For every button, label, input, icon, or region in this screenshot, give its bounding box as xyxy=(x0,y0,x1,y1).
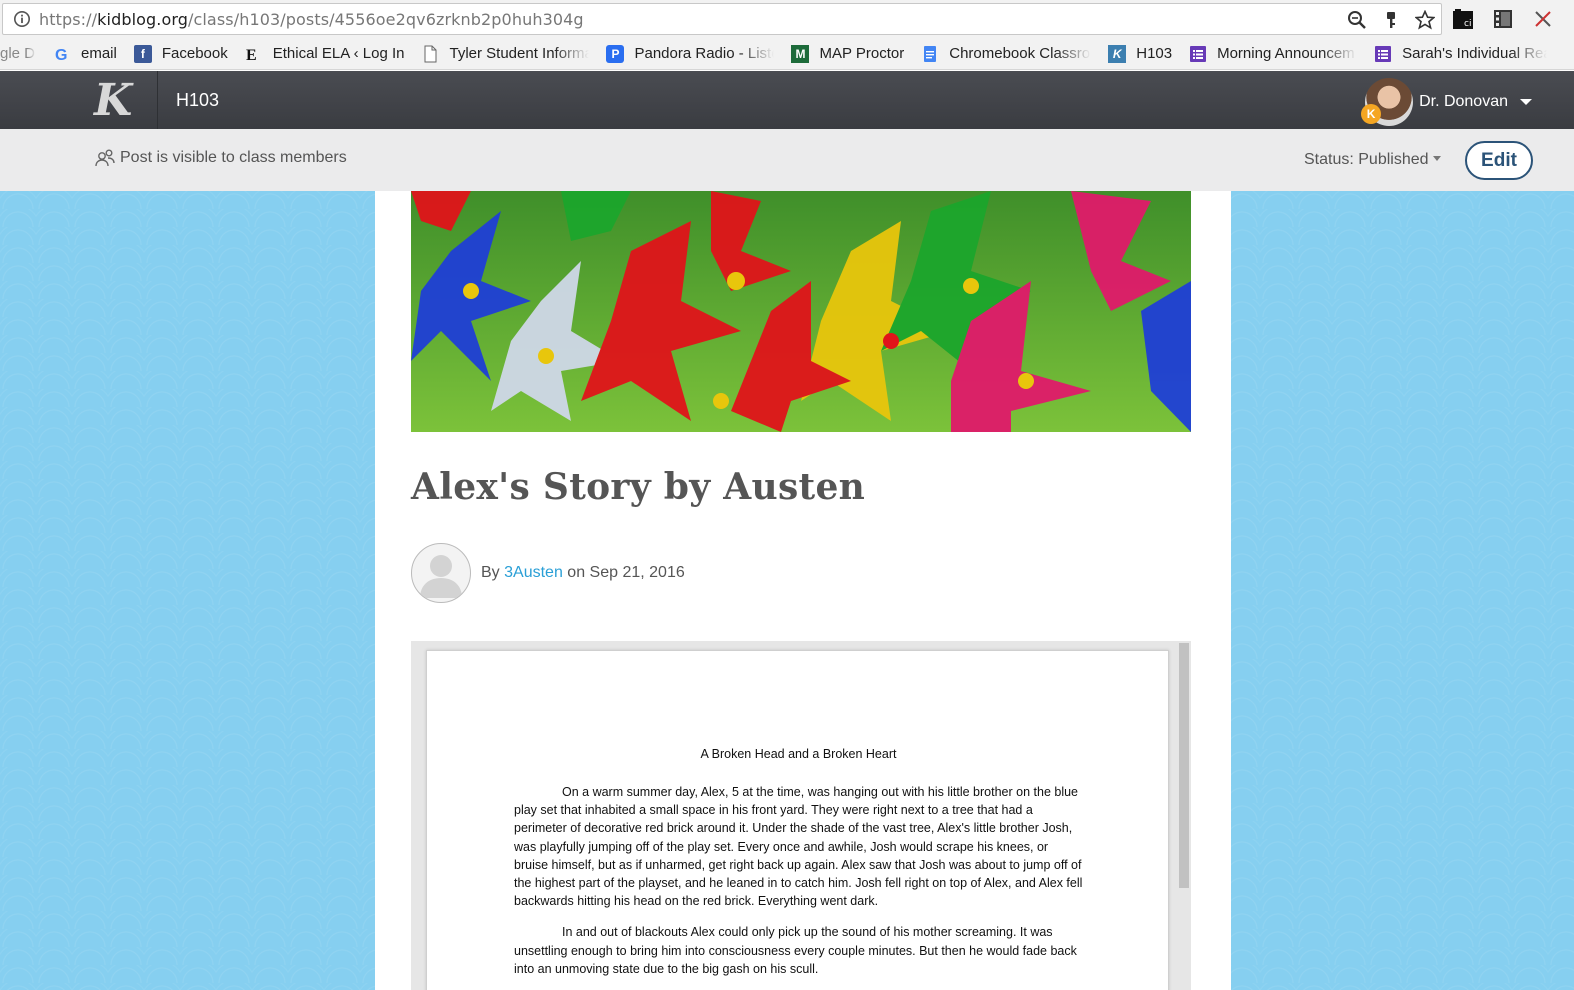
kidblog-icon: K xyxy=(1108,44,1127,63)
author-link[interactable]: 3Austen xyxy=(504,564,563,581)
url-text[interactable]: https://kidblog.org/class/h103/posts/455… xyxy=(39,10,584,29)
post-banner-image xyxy=(411,191,1191,432)
document-body: On a warm summer day, Alex, 5 at the tim… xyxy=(514,783,1084,990)
pandora-icon: P xyxy=(606,44,625,63)
bookmark-label: Chromebook Classroo xyxy=(949,45,1092,62)
bookmark-label: H103 xyxy=(1136,45,1173,62)
forms-icon xyxy=(1190,45,1207,62)
forms-icon xyxy=(1375,45,1392,62)
bookmark-label: Sarah's Individual Rea xyxy=(1402,45,1548,62)
address-bar[interactable]: https://kidblog.org/class/h103/posts/455… xyxy=(2,3,1442,35)
caret-down-icon xyxy=(1432,155,1441,161)
document-scrollbar[interactable] xyxy=(1179,643,1189,888)
user-name[interactable]: Dr. Donovan xyxy=(1419,93,1508,111)
svg-text:K: K xyxy=(92,79,134,121)
post-byline: By 3Austen on Sep 21, 2016 xyxy=(411,543,685,603)
bookmark-sarahs-individual[interactable]: Sarah's Individual Rea xyxy=(1374,45,1547,63)
bookmark-label: Facebook xyxy=(161,45,228,62)
edit-button[interactable]: Edit xyxy=(1465,141,1533,180)
bookmark-chromebook-classroom[interactable]: Chromebook Classroo xyxy=(921,45,1091,63)
byline-text: By 3Austen on Sep 21, 2016 xyxy=(481,564,685,582)
facebook-icon: f xyxy=(133,44,152,63)
bookmark-label: Morning Announcem xyxy=(1217,45,1355,62)
bookmark-label: MAP Proctor xyxy=(819,45,905,62)
bookmark-pandora[interactable]: P Pandora Radio - Liste xyxy=(606,44,775,63)
status-dropdown[interactable]: Status: Published xyxy=(1304,151,1441,169)
bookmark-morning-announcements[interactable]: Morning Announcem xyxy=(1189,45,1357,63)
key-icon[interactable] xyxy=(1381,10,1401,30)
by-label: By xyxy=(481,564,500,581)
default-user-icon xyxy=(420,555,462,598)
extension-scissors-icon[interactable] xyxy=(1532,8,1554,30)
zoom-icon[interactable] xyxy=(1347,10,1367,30)
bookmark-tyler[interactable]: Tyler Student Informa xyxy=(421,45,589,63)
svg-text:G: G xyxy=(55,47,67,63)
google-icon: G xyxy=(55,47,67,63)
bookmark-ethical-ela[interactable]: E Ethical ELA ‹ Log In xyxy=(245,45,405,63)
people-icon xyxy=(95,149,115,167)
document-page: A Broken Head and a Broken Heart On a wa… xyxy=(426,650,1169,990)
embedded-document-viewer[interactable]: A Broken Head and a Broken Heart On a wa… xyxy=(411,641,1191,990)
site-header: K H103 K Dr. Donovan xyxy=(0,71,1574,129)
bookmark-label: gle Dr xyxy=(0,45,36,62)
nav-divider xyxy=(157,71,158,129)
info-icon[interactable] xyxy=(13,10,31,28)
document-paragraph: On a warm summer day, Alex, 5 at the tim… xyxy=(514,785,1083,909)
document-title: A Broken Head and a Broken Heart xyxy=(700,747,897,761)
user-menu[interactable]: K Dr. Donovan xyxy=(1361,78,1532,126)
post-content: Alex's Story by Austen By 3Austen on Sep… xyxy=(375,191,1231,990)
page-icon xyxy=(424,45,437,62)
document-paragraph: In and out of blackouts Alex could only … xyxy=(514,925,1077,976)
bookmark-h103[interactable]: K H103 xyxy=(1108,44,1173,63)
bookmark-label: email xyxy=(81,45,117,62)
kidblog-logo[interactable]: K xyxy=(92,79,138,121)
bookmark-google-drive[interactable]: gle Dr xyxy=(0,45,36,62)
post-status-bar: Post is visible to class members Status:… xyxy=(0,129,1574,191)
docs-icon xyxy=(924,45,937,62)
bookmark-email[interactable]: G email xyxy=(53,45,117,63)
post-title: Alex's Story by Austen xyxy=(411,466,866,508)
svg-text:ci: ci xyxy=(1464,19,1471,29)
bookmark-label: Ethical ELA ‹ Log In xyxy=(272,45,405,62)
visibility-indicator: Post is visible to class members xyxy=(94,148,347,168)
status-label: Status: Published xyxy=(1304,151,1429,168)
author-avatar[interactable] xyxy=(411,543,471,603)
kidblog-badge-icon: K xyxy=(1361,104,1382,124)
bookmark-facebook[interactable]: f Facebook xyxy=(133,44,228,63)
bookmarks-bar: gle Dr G email f Facebook E Ethical ELA … xyxy=(0,38,1574,70)
extension-film-icon[interactable] xyxy=(1492,8,1514,30)
class-link[interactable]: H103 xyxy=(176,90,219,111)
user-avatar[interactable]: K xyxy=(1361,78,1414,126)
star-icon[interactable] xyxy=(1415,10,1435,30)
svg-text:E: E xyxy=(246,47,257,63)
ethical-ela-icon: E xyxy=(246,47,257,63)
extension-ci-icon[interactable]: ci xyxy=(1452,8,1474,30)
chevron-down-icon[interactable] xyxy=(1520,99,1532,105)
map-icon: M xyxy=(791,44,810,63)
visibility-text: Post is visible to class members xyxy=(120,149,347,166)
bookmark-label: Tyler Student Informa xyxy=(449,45,590,62)
bookmark-map-proctor[interactable]: M MAP Proctor xyxy=(791,44,905,63)
browser-toolbar: https://kidblog.org/class/h103/posts/455… xyxy=(0,0,1574,38)
bookmark-label: Pandora Radio - Liste xyxy=(634,45,775,62)
post-date: on Sep 21, 2016 xyxy=(567,564,685,581)
